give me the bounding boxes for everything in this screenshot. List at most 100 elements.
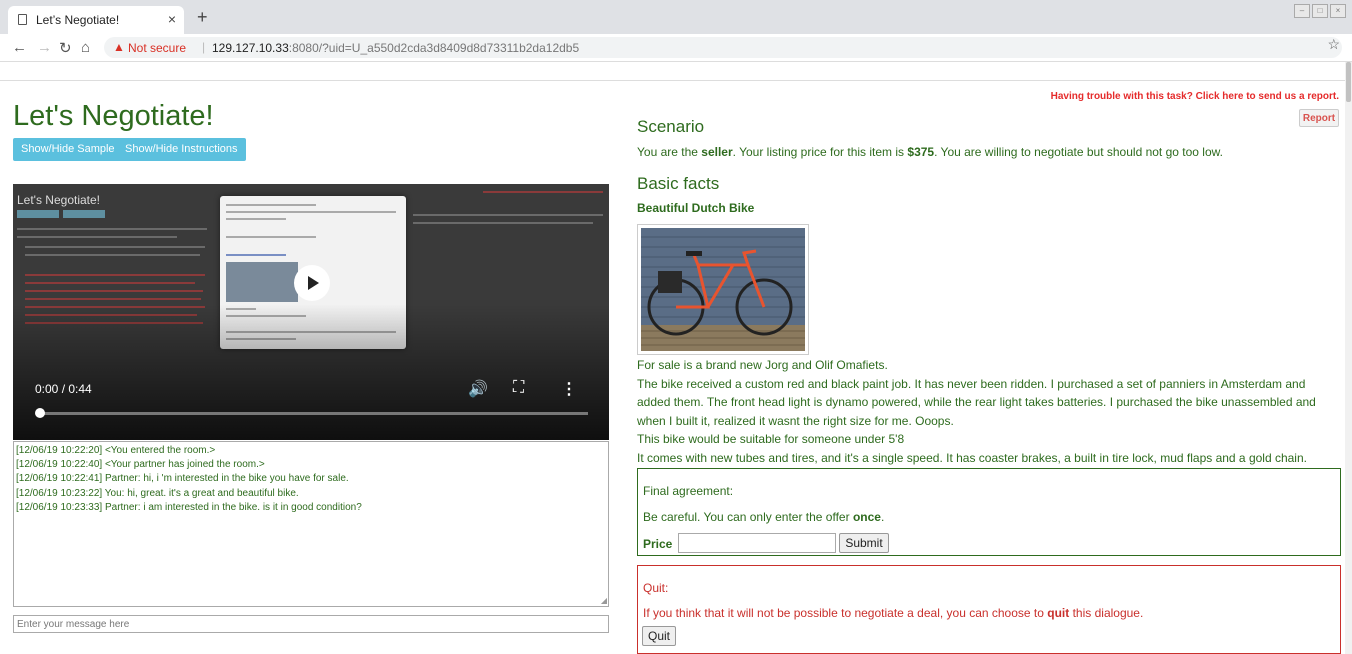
popup-text	[226, 218, 286, 220]
maximize-icon[interactable]: □	[1312, 4, 1328, 18]
minimize-icon[interactable]: –	[1294, 4, 1310, 18]
scenario-role: seller	[701, 145, 733, 159]
back-arrow-icon[interactable]: ←	[12, 39, 27, 56]
popup-text	[226, 254, 286, 256]
address-bar[interactable]: ▲ Not secure | 129.127.10.33:8080/?uid=U…	[104, 37, 1342, 58]
chat-message: [12/06/19 10:23:22] You: hi, great. it's…	[16, 487, 299, 499]
video-controls-shade	[13, 304, 609, 440]
url-rest: :8080/?uid=U_a550d2cda3d8409d8d73311b2da…	[288, 41, 580, 55]
popup-text	[226, 236, 316, 238]
video-thumb-text	[17, 236, 177, 238]
video-thumb-text	[25, 282, 195, 284]
scenario-post: . You are willing to negotiate but shoul…	[934, 145, 1223, 159]
description-paragraph: This bike would be suitable for someone …	[637, 432, 905, 446]
car-thumbnail	[226, 262, 298, 302]
popup-text	[226, 211, 396, 213]
description-paragraph: For sale is a brand new Jorg and Olif Om…	[637, 358, 888, 372]
scenario-text: You are the seller. Your listing price f…	[637, 145, 1223, 159]
item-description: For sale is a brand new Jorg and Olif Om…	[637, 356, 1342, 467]
url-text[interactable]: 129.127.10.33:8080/?uid=U_a550d2cda3d840…	[212, 41, 579, 55]
warning-pre: Be careful. You can only enter the offer	[643, 510, 853, 524]
video-time: 0:00 / 0:44	[35, 382, 92, 396]
video-thumb-text	[25, 290, 203, 292]
video-thumb-text	[25, 254, 200, 256]
video-progress-bar[interactable]	[35, 408, 588, 418]
tab-title: Let’s Negotiate!	[36, 13, 120, 27]
home-icon[interactable]: ⌂	[81, 39, 90, 56]
video-thumb-button	[63, 210, 105, 218]
close-tab-icon[interactable]: ×	[168, 11, 176, 27]
quit-text: If you think that it will not be possibl…	[643, 606, 1143, 620]
chat-message: [12/06/19 10:22:20] <You entered the roo…	[16, 445, 216, 456]
not-secure-label: Not secure	[128, 41, 187, 55]
warning-post: .	[880, 510, 885, 524]
browser-tab-bar: Let’s Negotiate! × + – □ ×	[0, 0, 1352, 34]
page-content: Let's Negotiate! Show/Hide Sample Show/H…	[0, 62, 1352, 654]
resize-handle-icon[interactable]: ◢	[601, 596, 607, 605]
browser-toolbar: ← → ↻ ⌂ ▲ Not secure | 129.127.10.33:808…	[0, 34, 1352, 62]
quit-label: Quit:	[643, 581, 669, 595]
quit-text-pre: If you think that it will not be possibl…	[643, 606, 1048, 620]
video-thumb-text	[25, 274, 205, 276]
play-button[interactable]	[294, 265, 330, 301]
reload-icon[interactable]: ↻	[59, 39, 72, 57]
quit-text-post: this dialogue.	[1069, 606, 1144, 620]
scenario-heading: Scenario	[637, 117, 705, 136]
warning-bold: once	[852, 510, 881, 524]
video-progress-handle[interactable]	[35, 408, 45, 418]
video-thumbnail-title: Let's Negotiate!	[17, 193, 101, 207]
page-icon	[18, 14, 27, 25]
new-tab-button[interactable]: +	[197, 7, 208, 28]
page-title: Let's Negotiate!	[13, 100, 214, 132]
message-input[interactable]	[13, 615, 609, 633]
volume-icon[interactable]: 🔊	[468, 379, 488, 399]
bike-illustration	[641, 228, 805, 351]
page-scrollbar[interactable]	[1345, 62, 1352, 654]
price-input[interactable]	[678, 533, 836, 553]
quit-box: Quit: If you think that it will not be p…	[637, 565, 1341, 654]
forward-arrow-icon[interactable]: →	[37, 39, 52, 56]
final-agreement-warning: Be careful. You can only enter the offer…	[643, 510, 884, 524]
show-hide-sample-button[interactable]: Show/Hide Sample	[13, 138, 123, 161]
scenario-pre: You are the	[637, 145, 702, 159]
price-label: Price	[643, 537, 673, 551]
sample-video[interactable]: Let's Negotiate! 0:00 / 0:44 🔊 ⛶ ⋮	[13, 184, 609, 440]
scrollbar-thumb[interactable]	[1346, 62, 1351, 102]
chat-log[interactable]: [12/06/19 10:22:20] <You entered the roo…	[13, 441, 609, 607]
window-controls: – □ ×	[1294, 4, 1346, 18]
scenario-mid: . Your listing price for this item is	[732, 145, 908, 159]
separator: |	[202, 40, 206, 54]
close-window-icon[interactable]: ×	[1330, 4, 1346, 18]
report-button[interactable]: Report	[1299, 109, 1339, 127]
browser-tab[interactable]: Let’s Negotiate! ×	[8, 6, 184, 34]
description-paragraph: The bike received a custom red and black…	[637, 376, 1316, 428]
item-title: Beautiful Dutch Bike	[637, 201, 755, 215]
chat-message: [12/06/19 10:22:40] <Your partner has jo…	[16, 459, 265, 471]
show-hide-instructions-button[interactable]: Show/Hide Instructions	[117, 138, 246, 161]
warning-icon: ▲	[113, 40, 125, 54]
url-host: 129.127.10.33	[212, 41, 289, 55]
quit-button[interactable]: Quit	[642, 626, 676, 646]
popup-text	[226, 204, 316, 206]
top-divider	[0, 80, 1352, 81]
video-thumb-text	[483, 191, 603, 193]
video-thumb-text	[17, 228, 207, 230]
video-thumb-text	[413, 214, 603, 216]
chat-message: [12/06/19 10:22:41] Partner: hi, i 'm in…	[16, 473, 349, 485]
quit-text-bold: quit	[1047, 606, 1070, 620]
chat-message: [12/06/19 10:23:33] Partner: i am intere…	[16, 501, 362, 513]
video-thumb-text	[25, 298, 201, 300]
scenario-price: $375	[907, 145, 935, 159]
final-agreement-box: Final agreement: Be careful. You can onl…	[637, 468, 1341, 556]
final-agreement-label: Final agreement:	[643, 484, 734, 498]
fullscreen-icon[interactable]: ⛶	[513, 379, 524, 397]
bookmark-star-icon[interactable]: ☆	[1327, 36, 1340, 53]
trouble-report-link[interactable]: Having trouble with this task? Click her…	[1051, 91, 1339, 102]
bike-image	[637, 224, 809, 355]
description-paragraph: It comes with new tubes and tires, and i…	[637, 450, 1307, 465]
submit-button[interactable]: Submit	[839, 533, 889, 553]
video-thumb-text	[25, 246, 205, 248]
video-thumb-text	[413, 222, 593, 224]
video-thumb-button	[17, 210, 59, 218]
more-options-icon[interactable]: ⋮	[561, 379, 577, 399]
